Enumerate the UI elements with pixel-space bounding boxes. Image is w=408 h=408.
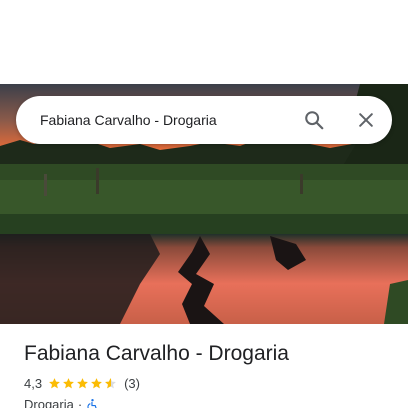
star-icon [91, 378, 102, 389]
star-icon [63, 378, 74, 389]
star-half-icon [105, 378, 116, 389]
category-row: Drogaria · [24, 397, 99, 408]
top-blank-area [0, 0, 408, 84]
close-button[interactable] [346, 100, 386, 140]
search-input[interactable]: Fabiana Carvalho - Drogaria [40, 112, 294, 128]
separator: · [77, 397, 83, 408]
close-icon [359, 113, 373, 127]
star-icon [49, 378, 60, 389]
rating-value: 4,3 [24, 376, 43, 391]
place-name: Fabiana Carvalho - Drogaria [24, 342, 289, 365]
search-icon [305, 111, 324, 130]
wheelchair-icon [87, 398, 97, 408]
review-count: (3) [124, 376, 140, 391]
app-viewport: Fabiana Carvalho - Drogaria Fabiana Carv… [0, 0, 408, 408]
rating-row[interactable]: 4,3 (3) [24, 376, 140, 391]
search-button[interactable] [294, 100, 334, 140]
place-category: Drogaria [24, 397, 74, 408]
rating-stars [48, 377, 118, 390]
star-icon [77, 378, 88, 389]
search-bar: Fabiana Carvalho - Drogaria [16, 96, 392, 144]
